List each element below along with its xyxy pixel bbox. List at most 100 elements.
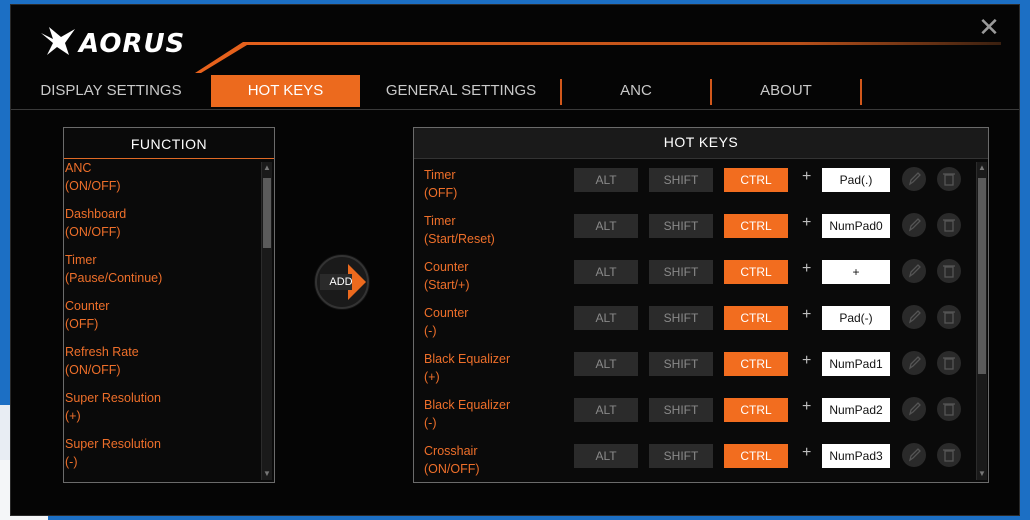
hotkey-function-detail: (-) [424, 324, 437, 338]
close-button[interactable]: ✕ [977, 14, 1001, 40]
scroll-up-icon[interactable]: ▲ [262, 162, 272, 174]
edit-button[interactable] [902, 305, 926, 329]
pencil-icon [908, 402, 921, 416]
tab-general-settings[interactable]: GENERAL SETTINGS [381, 75, 541, 107]
scroll-down-icon[interactable]: ▼ [262, 468, 272, 480]
hotkey-row: Timer (Start/Reset) ALT SHIFT CTRL + Num… [414, 212, 974, 258]
shift-key-toggle[interactable]: SHIFT [649, 214, 713, 238]
key-assignment-field[interactable]: NumPad1 [822, 352, 890, 376]
shift-key-toggle[interactable]: SHIFT [649, 260, 713, 284]
pencil-icon [908, 172, 921, 186]
hotkey-row: Crosshair (ON/OFF) ALT SHIFT CTRL + NumP… [414, 442, 974, 488]
delete-button[interactable] [937, 305, 961, 329]
scrollbar-thumb[interactable] [978, 178, 986, 374]
tabs-divider-line [11, 109, 1019, 110]
eagle-icon [41, 27, 75, 55]
function-item-detail: (ON/OFF) [65, 179, 121, 193]
key-assignment-field[interactable]: NumPad0 [822, 214, 890, 238]
edit-button[interactable] [902, 351, 926, 375]
alt-key-toggle[interactable]: ALT [574, 444, 638, 468]
scroll-down-icon[interactable]: ▼ [977, 468, 987, 480]
hotkey-function-label: Crosshair (ON/OFF) [424, 442, 480, 478]
function-item-detail: (ON/OFF) [65, 225, 121, 239]
function-item-anc[interactable]: ANC (ON/OFF) [64, 159, 260, 205]
key-assignment-field[interactable]: NumPad3 [822, 444, 890, 468]
tab-anc[interactable]: ANC [571, 75, 701, 107]
trash-icon [943, 357, 955, 370]
hotkey-row: Counter (-) ALT SHIFT CTRL + Pad(-) [414, 304, 974, 350]
shift-key-toggle[interactable]: SHIFT [649, 306, 713, 330]
hotkey-function-detail: (OFF) [424, 186, 458, 200]
hotkeys-list-scrollbar[interactable]: ▲ ▼ [976, 162, 987, 480]
pencil-icon [908, 310, 921, 324]
delete-button[interactable] [937, 351, 961, 375]
edit-button[interactable] [902, 443, 926, 467]
edit-button[interactable] [902, 259, 926, 283]
alt-key-toggle[interactable]: ALT [574, 168, 638, 192]
trash-icon [943, 219, 955, 232]
delete-button[interactable] [937, 397, 961, 421]
function-item-refresh-rate[interactable]: Refresh Rate (ON/OFF) [64, 343, 260, 389]
ctrl-key-toggle[interactable]: CTRL [724, 352, 788, 376]
hotkey-row: Black Equalizer (+) ALT SHIFT CTRL + Num… [414, 350, 974, 396]
function-item-timer[interactable]: Timer (Pause/Continue) [64, 251, 260, 297]
scrollbar-thumb[interactable] [263, 178, 271, 248]
function-item-counter[interactable]: Counter (OFF) [64, 297, 260, 343]
alt-key-toggle[interactable]: ALT [574, 352, 638, 376]
function-list[interactable]: ANC (ON/OFF) Dashboard (ON/OFF) Timer (P… [64, 159, 260, 481]
function-item-name: Counter [65, 299, 110, 313]
key-assignment-field[interactable]: Pad(-) [822, 306, 890, 330]
add-button-label: ADD [329, 276, 353, 288]
hotkeys-panel: HOT KEYS Timer (OFF) ALT SHIFT CTRL + Pa… [413, 127, 989, 483]
function-panel-title: FUNCTION [64, 128, 274, 159]
plus-sign: + [802, 168, 812, 185]
function-item-super-resolution-minus[interactable]: Super Resolution (-) [64, 435, 260, 481]
edit-button[interactable] [902, 397, 926, 421]
shift-key-toggle[interactable]: SHIFT [649, 444, 713, 468]
function-item-detail: (OFF) [65, 317, 99, 331]
ctrl-key-toggle[interactable]: CTRL [724, 214, 788, 238]
ctrl-key-toggle[interactable]: CTRL [724, 444, 788, 468]
scroll-up-icon[interactable]: ▲ [977, 162, 987, 174]
alt-key-toggle[interactable]: ALT [574, 260, 638, 284]
add-button[interactable]: ADD [314, 254, 370, 310]
trash-icon [943, 449, 955, 462]
hotkey-function-label: Timer (Start/Reset) [424, 212, 495, 248]
ctrl-key-toggle[interactable]: CTRL [724, 398, 788, 422]
key-assignment-field[interactable]: + [822, 260, 890, 284]
delete-button[interactable] [937, 213, 961, 237]
shift-key-toggle[interactable]: SHIFT [649, 352, 713, 376]
tab-hot-keys[interactable]: HOT KEYS [211, 75, 360, 107]
hotkey-function-detail: (Start/Reset) [424, 232, 495, 246]
tab-about[interactable]: ABOUT [721, 75, 851, 107]
hotkey-function-name: Timer [424, 168, 456, 182]
ctrl-key-toggle[interactable]: CTRL [724, 168, 788, 192]
function-panel: FUNCTION ANC (ON/OFF) Dashboard (ON/OFF)… [63, 127, 275, 483]
shift-key-toggle[interactable]: SHIFT [649, 398, 713, 422]
alt-key-toggle[interactable]: ALT [574, 214, 638, 238]
key-assignment-field[interactable]: NumPad2 [822, 398, 890, 422]
delete-button[interactable] [937, 259, 961, 283]
function-item-dashboard[interactable]: Dashboard (ON/OFF) [64, 205, 260, 251]
delete-button[interactable] [937, 443, 961, 467]
function-item-name: ANC [65, 161, 92, 175]
edit-button[interactable] [902, 213, 926, 237]
shift-key-toggle[interactable]: SHIFT [649, 168, 713, 192]
tab-divider [710, 79, 712, 105]
alt-key-toggle[interactable]: ALT [574, 306, 638, 330]
hotkey-row: Black Equalizer (-) ALT SHIFT CTRL + Num… [414, 396, 974, 442]
ctrl-key-toggle[interactable]: CTRL [724, 306, 788, 330]
alt-key-toggle[interactable]: ALT [574, 398, 638, 422]
ctrl-key-toggle[interactable]: CTRL [724, 260, 788, 284]
function-item-detail: (+) [65, 409, 81, 423]
hotkey-function-name: Black Equalizer [424, 352, 511, 366]
tab-display-settings[interactable]: DISPLAY SETTINGS [31, 75, 191, 107]
tab-divider [560, 79, 562, 105]
edit-button[interactable] [902, 167, 926, 191]
hotkey-function-name: Black Equalizer [424, 398, 511, 412]
function-list-scrollbar[interactable]: ▲ ▼ [261, 162, 272, 480]
key-assignment-field[interactable]: Pad(.) [822, 168, 890, 192]
function-item-detail: (ON/OFF) [65, 363, 121, 377]
delete-button[interactable] [937, 167, 961, 191]
function-item-super-resolution-plus[interactable]: Super Resolution (+) [64, 389, 260, 435]
